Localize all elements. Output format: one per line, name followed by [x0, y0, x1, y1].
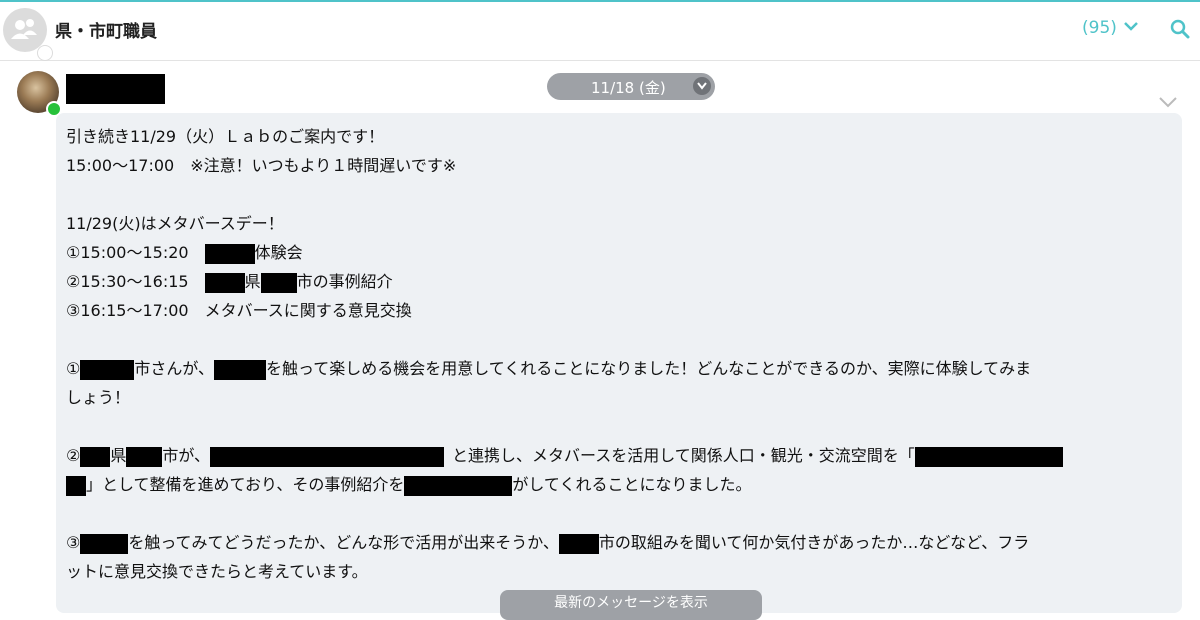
member-count[interactable]: (95) — [1082, 18, 1117, 38]
redaction-box — [260, 272, 297, 293]
group-avatar-icon[interactable] — [3, 8, 53, 61]
redaction-box — [204, 243, 255, 264]
redaction-box — [66, 475, 86, 496]
message-line: 15:00～17:00 ※注意！いつもより１時間遅いです※ — [66, 156, 457, 175]
message-line: 」として整備を進めており、その事例紹介を がしてくれることになりました。 — [66, 470, 1172, 499]
message-line: ② 県市が、 と連携し、メタバースを活用して関係人口・観光・交流空間を「 — [66, 441, 1172, 470]
redaction-box — [204, 272, 245, 293]
message-line: 11/29(火)はメタバースデー！ — [66, 214, 284, 233]
message-menu-chevron-icon[interactable] — [1158, 96, 1178, 108]
message-line: ①15:00～15:20 体験会 — [66, 243, 303, 264]
message-line: しょう！ — [66, 388, 131, 407]
redaction-box — [80, 533, 129, 554]
redaction-box — [80, 446, 111, 467]
message-line: ① 市さんが、 を触って楽しめる機会を用意してくれることになりました！どんなことがで… — [66, 359, 1032, 380]
message-line: ③16:15～17:00 メタバースに関する意見交換 — [66, 301, 412, 320]
message-line: ②15:30～16:15 県市の事例紹介 — [66, 272, 393, 293]
redaction-box — [214, 359, 267, 380]
chevron-down-icon[interactable] — [1124, 21, 1138, 31]
date-divider[interactable]: 11/18 (金) — [547, 73, 715, 100]
date-label: 11/18 (金) — [591, 79, 666, 97]
sender-name-redacted — [66, 74, 165, 104]
date-chevron-icon[interactable] — [693, 77, 711, 95]
redaction-box — [210, 446, 445, 467]
message-line: ③ を触ってみてどうだったか、どんな形で活用が出来そうか、 市の取組みを聞いて何か気… — [66, 533, 1030, 554]
search-icon[interactable] — [1170, 19, 1190, 39]
chat-header: 県・市町職員 (95) — [0, 2, 1200, 61]
group-badge-icon — [37, 45, 53, 61]
redaction-box — [80, 359, 135, 380]
message-line: 引き続き11/29（火）Ｌａｂのご案内です！ — [66, 127, 385, 146]
group-name[interactable]: 県・市町職員 — [55, 17, 157, 42]
redaction-box — [404, 475, 513, 496]
redaction-box — [558, 533, 599, 554]
redaction-box — [126, 446, 163, 467]
message-body: 引き続き11/29（火）Ｌａｂのご案内です！ 15:00～17:00 ※注意！い… — [66, 122, 1172, 586]
redaction-box — [914, 446, 1063, 467]
message-line: ットに意見交換できたらと考えています。 — [66, 562, 368, 581]
show-newest-messages-button[interactable]: 最新のメッセージを表示 — [500, 590, 762, 620]
